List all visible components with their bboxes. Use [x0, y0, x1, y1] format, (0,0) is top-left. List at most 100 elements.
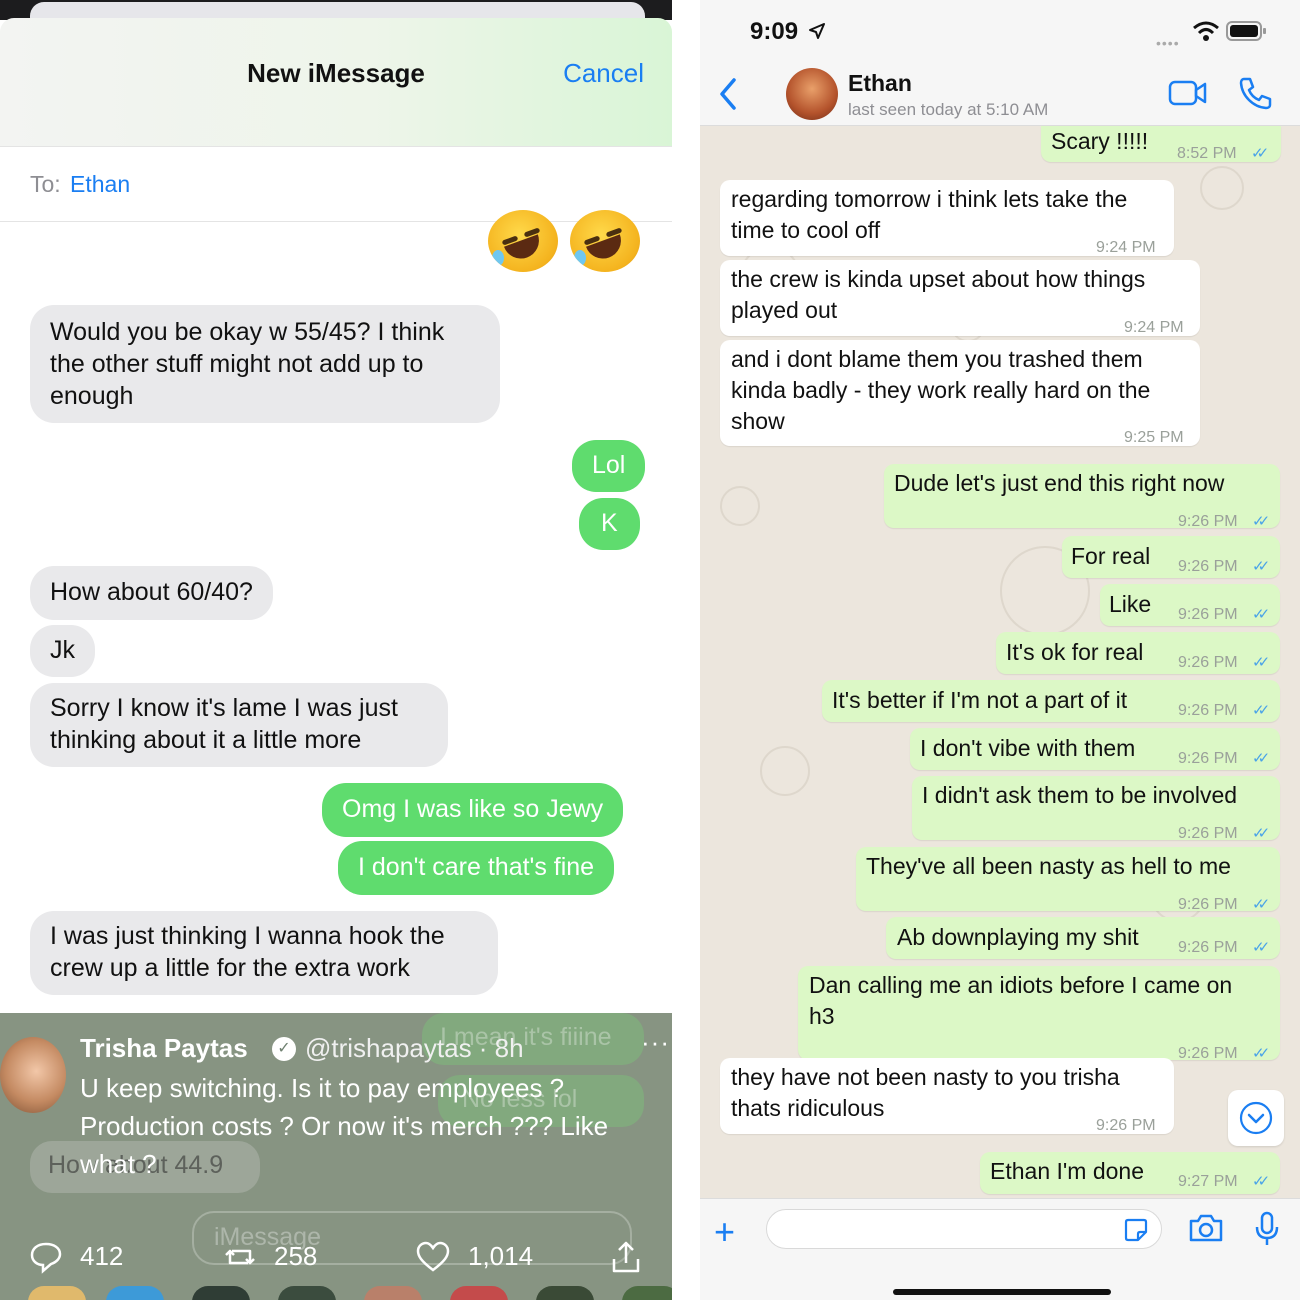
message-timestamp: 9:27 PM: [1178, 1173, 1238, 1190]
app-icon[interactable]: [192, 1286, 250, 1300]
whatsapp-screen: 9:09 •••• Ethan last seen today at 5:10 …: [700, 0, 1300, 1300]
message-bubble-outgoing[interactable]: I don't care that's fine: [338, 841, 615, 895]
like-count: 1,014: [468, 1241, 534, 1271]
message-text-line: and i dont blame them you trashed them: [731, 346, 1143, 372]
message-timestamp: 9:26 PM: [1178, 1045, 1238, 1062]
cancel-button[interactable]: Cancel: [563, 58, 644, 89]
message-text: I didn't ask them to be involved: [922, 780, 1237, 811]
message-text: How about 60/40?: [50, 578, 253, 606]
sticker-icon[interactable]: [1123, 1217, 1149, 1243]
message-timestamp: 9:26 PM: [1178, 513, 1238, 530]
back-chevron-icon[interactable]: [716, 76, 740, 112]
tweet-text-line: Production costs ? Or now it's merch ???…: [80, 1111, 609, 1141]
message-timestamp: 9:26 PM: [1178, 825, 1238, 842]
message-input[interactable]: [766, 1209, 1162, 1249]
app-icon[interactable]: [450, 1286, 508, 1300]
message-text: Omg I was like so Jewy: [342, 795, 604, 823]
message-bubble-incoming[interactable]: and i dont blame them you trashed them ki…: [720, 340, 1200, 446]
message-bubble-outgoing[interactable]: It's better if I'm not a part of it 9:26 …: [822, 680, 1280, 722]
screenshot-collage: New iMessage Cancel To: Ethan Would you …: [0, 0, 1300, 1300]
message-bubble-outgoing[interactable]: Scary !!!!! 8:52 PM ✓✓: [1041, 126, 1281, 162]
microphone-icon[interactable]: [1254, 1211, 1280, 1247]
read-receipt-icon: ✓✓: [1252, 606, 1270, 623]
message-bubble-outgoing[interactable]: Lol: [572, 440, 646, 492]
tweet-body: U keep switching. Is it to pay employees…: [80, 1069, 672, 1183]
tweet-handle[interactable]: @trishapaytas · 8h: [305, 1033, 524, 1064]
message-bubble-incoming[interactable]: Sorry I know it's lame I was just thinki…: [30, 683, 448, 767]
message-text: thinking about it a little more: [50, 726, 362, 754]
imessage-header: New iMessage Cancel: [0, 18, 672, 146]
message-bubble-outgoing[interactable]: Omg I was like so Jewy: [322, 783, 624, 837]
message-bubble-incoming[interactable]: they have not been nasty to you trisha th…: [720, 1058, 1174, 1134]
retweet-count: 258: [274, 1241, 318, 1271]
video-call-icon[interactable]: [1168, 78, 1208, 108]
message-text-line: regarding tomorrow i think lets take the: [731, 186, 1128, 212]
message-text: the other stuff might not add up to: [50, 350, 424, 378]
message-bubble-outgoing[interactable]: Ab downplaying my shit 9:26 PM ✓✓: [886, 917, 1280, 959]
message-bubble-outgoing[interactable]: I didn't ask them to be involved 9:26 PM ✓…: [912, 776, 1280, 842]
message-bubble-outgoing[interactable]: I don't vibe with them 9:26 PM ✓✓: [910, 728, 1280, 770]
message-bubble-outgoing[interactable]: Like 9:26 PM ✓✓: [1100, 584, 1280, 626]
share-icon[interactable]: [608, 1239, 644, 1275]
battery-icon: [1226, 21, 1266, 41]
composer-bar: +: [700, 1198, 1300, 1300]
message-text: crew up a little for the extra work: [50, 954, 410, 982]
scroll-to-bottom-button[interactable]: [1228, 1090, 1284, 1146]
phone-call-icon[interactable]: [1238, 76, 1272, 110]
message-timestamp: 9:26 PM: [1096, 1117, 1156, 1134]
app-icon[interactable]: [364, 1286, 422, 1300]
message-text-line: h3: [809, 1003, 835, 1029]
message-bubble-outgoing[interactable]: Ethan I'm done 9:27 PM ✓✓: [980, 1152, 1280, 1194]
message-timestamp: 8:52 PM: [1177, 145, 1237, 162]
message-text-line: kinda badly - they work really hard on t…: [731, 377, 1151, 403]
message-bubble-incoming[interactable]: Would you be okay w 55/45? I think the o…: [30, 305, 500, 423]
read-receipt-icon: ✓✓: [1252, 513, 1270, 530]
message-bubble-incoming[interactable]: Jk: [30, 625, 95, 677]
app-icon[interactable]: [106, 1286, 164, 1300]
message-bubble-outgoing[interactable]: It's ok for real 9:26 PM ✓✓: [996, 632, 1280, 674]
message-text: regarding tomorrow i think lets take the…: [731, 184, 1127, 246]
app-icon[interactable]: [28, 1286, 86, 1300]
message-bubble-outgoing[interactable]: For real 9:26 PM ✓✓: [1062, 536, 1280, 578]
message-bubble-incoming[interactable]: regarding tomorrow i think lets take the…: [720, 180, 1174, 256]
message-bubble-outgoing[interactable]: Dude let's just end this right now 9:26 P…: [884, 464, 1280, 530]
status-bar: 9:09 ••••: [700, 0, 1300, 62]
message-text-line: They've all been nasty as hell to me: [866, 853, 1231, 879]
app-icon[interactable]: [622, 1286, 672, 1300]
camera-icon[interactable]: [1188, 1213, 1224, 1243]
message-bubble-incoming[interactable]: the crew is kinda upset about how things…: [720, 260, 1200, 336]
message-text: Like: [1109, 589, 1151, 620]
message-bubble-outgoing[interactable]: K: [579, 498, 640, 550]
home-indicator: [893, 1289, 1111, 1295]
app-icon[interactable]: [278, 1286, 336, 1300]
contact-name[interactable]: Ethan: [848, 70, 912, 97]
message-bubble-incoming[interactable]: I was just thinking I wanna hook the cre…: [30, 911, 498, 995]
message-text: They've all been nasty as hell to me: [866, 851, 1231, 882]
message-bubble-incoming[interactable]: How about 60/40?: [30, 566, 273, 620]
app-icon[interactable]: [536, 1286, 594, 1300]
more-options-icon[interactable]: ···: [641, 1027, 670, 1058]
message-text-line: played out: [731, 297, 838, 323]
verified-badge-icon: ✓: [272, 1037, 296, 1061]
reply-icon[interactable]: [28, 1239, 64, 1275]
message-timestamp: 9:26 PM: [1178, 606, 1238, 623]
chevron-down-icon: [1239, 1101, 1273, 1135]
heart-icon[interactable]: [415, 1239, 451, 1275]
message-timestamp: 9:26 PM: [1178, 558, 1238, 575]
plus-icon[interactable]: +: [714, 1211, 735, 1253]
message-text-line: Ab downplaying my shit: [897, 924, 1139, 950]
message-bubble-outgoing[interactable]: Dan calling me an idiots before I came o…: [798, 966, 1280, 1062]
read-receipt-icon: ✓✓: [1252, 1173, 1270, 1190]
recipient-field[interactable]: To: Ethan: [0, 146, 672, 222]
recipient-name[interactable]: Ethan: [70, 171, 130, 198]
avatar[interactable]: [786, 68, 838, 120]
message-bubble-outgoing[interactable]: They've all been nasty as hell to me 9:26…: [856, 847, 1280, 913]
message-text: Dan calling me an idiots before I came o…: [809, 970, 1232, 1032]
retweet-icon[interactable]: [222, 1239, 258, 1275]
avatar[interactable]: [0, 1037, 66, 1113]
status-time: 9:09: [750, 18, 799, 45]
read-receipt-icon: ✓✓: [1252, 702, 1270, 719]
signal-icon: ••••: [1156, 35, 1180, 51]
tweet-author-name[interactable]: Trisha Paytas: [80, 1033, 248, 1064]
imessage-screen: New iMessage Cancel To: Ethan Would you …: [0, 0, 672, 1300]
